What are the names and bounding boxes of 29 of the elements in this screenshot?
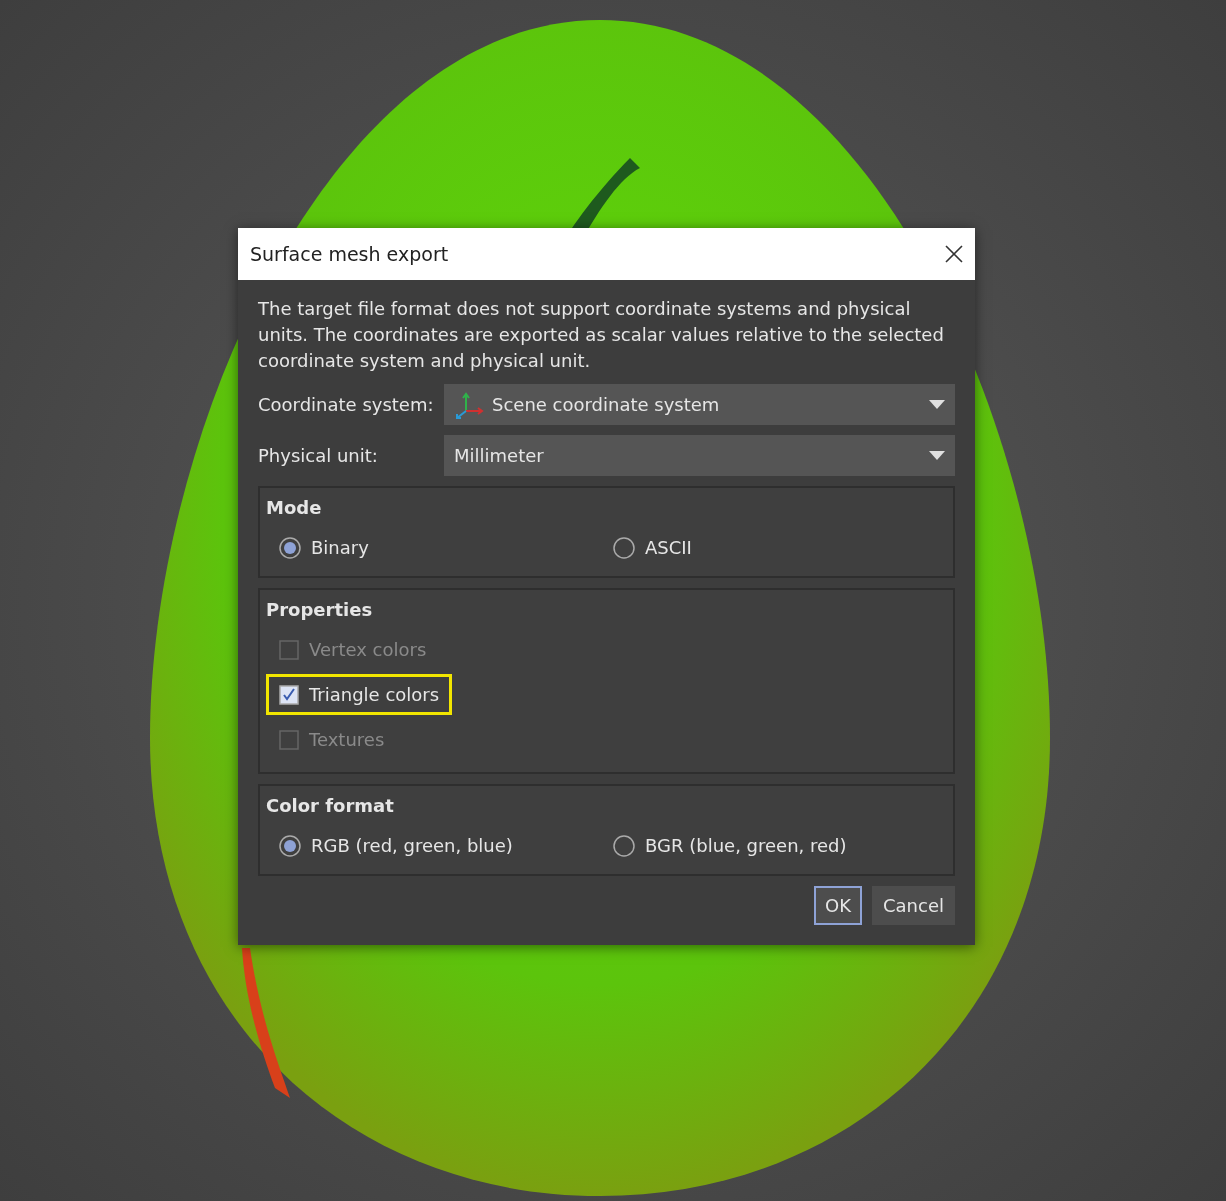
info-message: The target file format does not support coordinate systems and physical units. The coordinates are exported as scalar values relative to the selected coordinate system and physical unit. <box>258 297 945 373</box>
checkbox-label: Triangle colors <box>309 683 440 707</box>
radio-label: BGR (blue, green, red) <box>645 834 847 858</box>
caret-icon <box>929 451 945 460</box>
radio-button[interactable] <box>613 536 635 559</box>
dropdown-field[interactable]: Scene coordinate system <box>444 384 955 425</box>
close-icon[interactable] <box>945 245 963 263</box>
checkbox[interactable] <box>279 684 299 705</box>
group-title: Properties <box>266 598 374 622</box>
field-label: Coordinate system: <box>258 393 435 417</box>
checkbox-label: Vertex colors <box>309 638 427 662</box>
field-label: Physical unit: <box>258 444 379 468</box>
checkbox-label: Textures <box>309 728 385 752</box>
radio-button[interactable] <box>279 834 301 857</box>
radio-label: ASCII <box>645 536 692 560</box>
group-title: Color format <box>266 794 395 818</box>
dropdown-field[interactable]: Millimeter <box>444 435 955 476</box>
dropdown-value: Scene coordinate system <box>492 393 721 417</box>
ok-button[interactable]: OK <box>814 886 862 925</box>
cancel-button[interactable]: Cancel <box>872 886 955 925</box>
group-title: Mode <box>266 496 323 520</box>
radio-label: Binary <box>311 536 369 560</box>
radio-label: RGB (red, green, blue) <box>311 834 513 858</box>
dialog-title: Surface mesh export <box>250 241 449 267</box>
radio-button[interactable] <box>279 536 301 559</box>
caret-icon <box>929 400 945 409</box>
dropdown-value: Millimeter <box>454 444 545 468</box>
axes-icon <box>454 390 484 419</box>
radio-button[interactable] <box>613 834 635 857</box>
